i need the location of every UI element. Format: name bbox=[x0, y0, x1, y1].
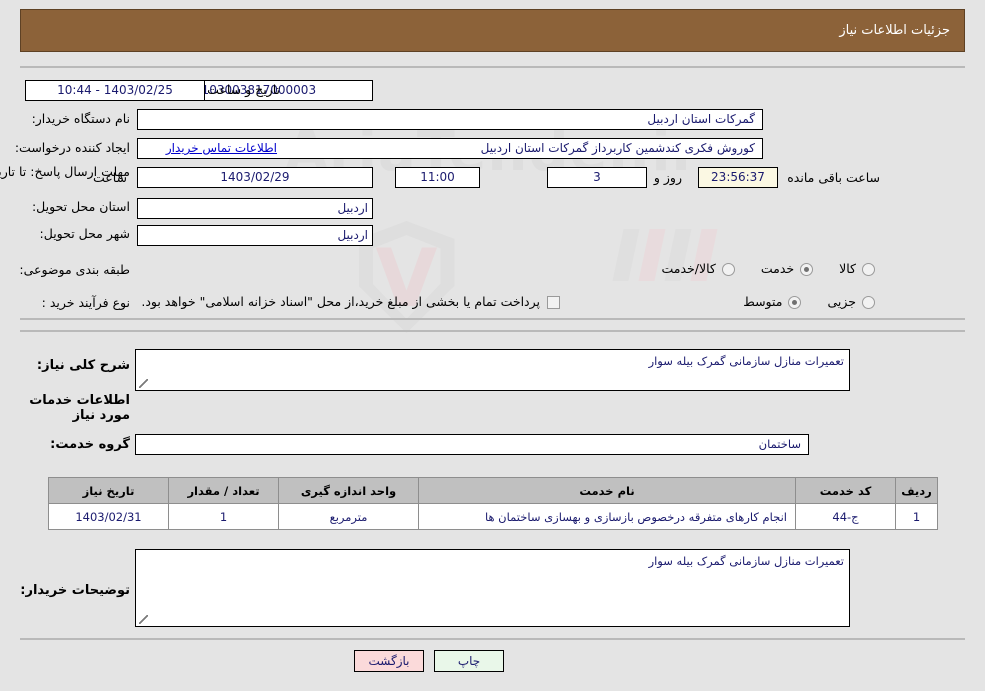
table-col-header-4: تعداد / مقدار bbox=[168, 477, 279, 504]
table-row: 1 ج-44 انجام کارهای متفرقه درخصوص بازسازی … bbox=[48, 503, 938, 530]
services-table: ردیف کد خدمت نام خدمت واحد اندازه گیری تعداد… bbox=[48, 477, 938, 530]
back-button[interactable]: بازگشت bbox=[354, 650, 424, 672]
table-header-row: ردیف کد خدمت نام خدمت واحد اندازه گیری تعداد… bbox=[48, 477, 938, 504]
table-cell-code: ج-44 bbox=[795, 503, 896, 530]
table-col-header-3: واحد اندازه گیری bbox=[278, 477, 419, 504]
table-cell-date: 1403/02/31 bbox=[48, 503, 169, 530]
table-col-header-2: نام خدمت bbox=[418, 477, 796, 504]
table-cell-index: 1 bbox=[895, 503, 938, 530]
print-button[interactable]: چاپ bbox=[434, 650, 504, 672]
table-cell-qty: 1 bbox=[168, 503, 279, 530]
need-info-panel bbox=[20, 66, 965, 320]
table-col-header-0: ردیف bbox=[895, 477, 938, 504]
table-col-header-1: کد خدمت bbox=[795, 477, 896, 504]
table-col-header-5: تاریخ نیاز bbox=[48, 477, 169, 504]
page-root: V AriaTender.ir جزئیات اطلاعات نیاز شمار… bbox=[0, 0, 985, 691]
page-header: جزئیات اطلاعات نیاز bbox=[20, 9, 965, 52]
page-title: جزئیات اطلاعات نیاز bbox=[839, 23, 950, 38]
table-cell-unit: مترمربع bbox=[278, 503, 419, 530]
table-cell-name: انجام کارهای متفرقه درخصوص بازسازی و بهس… bbox=[418, 503, 796, 530]
